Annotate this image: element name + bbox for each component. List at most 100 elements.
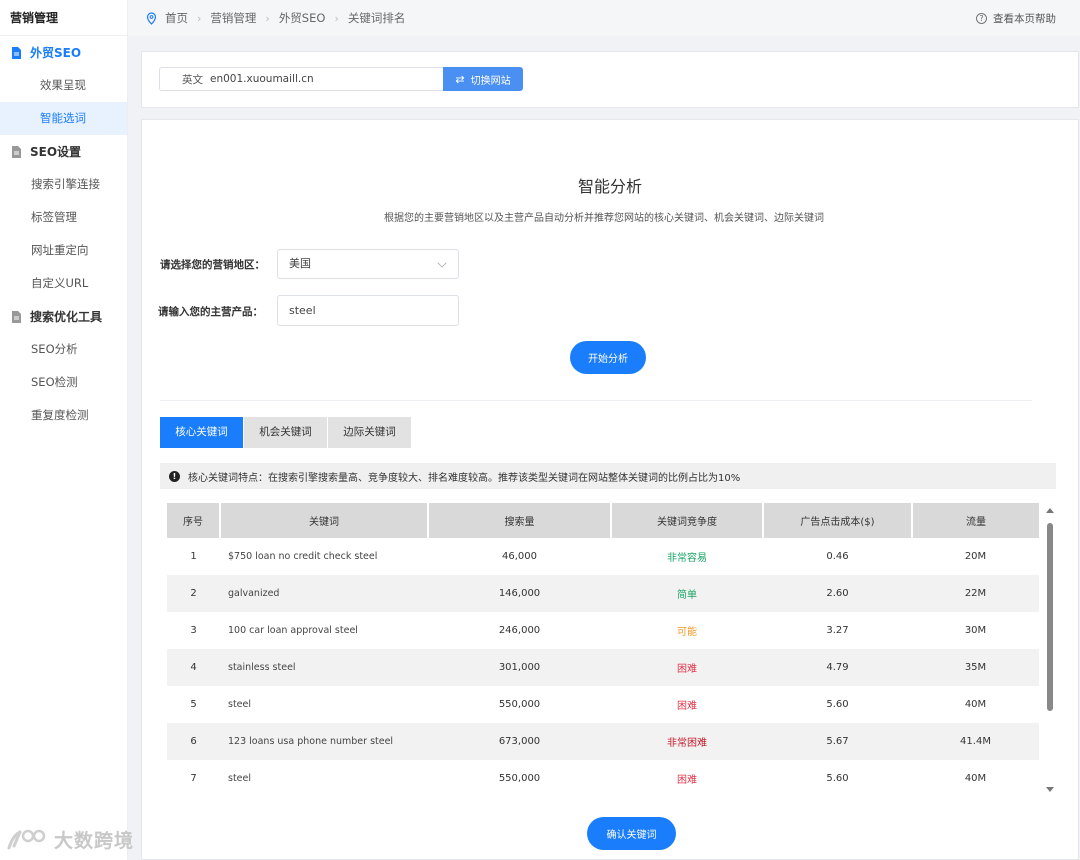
region-value: 美国 [289, 257, 311, 270]
cell-competition: 简单 [611, 575, 763, 612]
scrollbar-thumb[interactable] [1047, 523, 1053, 711]
document-icon [12, 310, 21, 323]
cell-cpc: 4.79 [763, 649, 912, 686]
cell-volume: 550,000 [498, 773, 541, 784]
cell-keyword: stainless steel [220, 649, 428, 686]
sidebar-item-search-engine[interactable]: 搜索引擎连接 [0, 168, 127, 201]
sidebar-group-search-tools[interactable]: 搜索优化工具 [0, 300, 127, 333]
cell-index: 3 [190, 625, 197, 636]
cell-index: 4 [167, 649, 220, 686]
sidebar: 营销管理 外贸SEO 效果呈现 智能选词 SEO设置 搜索引擎连接 标签管理 网… [0, 0, 128, 860]
cell-traffic: 35M [912, 649, 1039, 686]
cell-cpc: 0.46 [826, 551, 849, 562]
chevron-right-icon: › [334, 11, 339, 25]
col-header-keyword: 关键词 [220, 503, 429, 538]
cell-cpc: 3.27 [826, 625, 849, 636]
sidebar-title: 营销管理 [0, 0, 127, 36]
info-icon: ! [169, 470, 180, 482]
breadcrumb-keyword-ranking: 关键词排名 [347, 11, 406, 25]
sidebar-group-foreign-seo[interactable]: 外贸SEO [0, 36, 127, 69]
cell-competition: 困难 [611, 649, 763, 686]
breadcrumb: 首页 › 营销管理 › 外贸SEO › 关键词排名 [146, 10, 405, 26]
cell-competition: 可能 [677, 627, 697, 638]
col-header-cpc: 广告点击成本($) [763, 503, 913, 538]
page-description: 根据您的主要营销地区以及主营产品自动分析并推荐您网站的核心关键词、机会关键词、边… [384, 213, 824, 224]
breadcrumb-marketing[interactable]: 营销管理 [210, 10, 256, 26]
brand-logo-icon [7, 829, 46, 849]
cell-volume: 46,000 [502, 551, 537, 562]
analysis-card: 智能分析 根据您的主要营销地区以及主营产品自动分析并推荐您网站的核心关键词、机会… [141, 119, 1079, 860]
swap-icon: ⇄ [455, 72, 465, 86]
cell-volume: 301,000 [428, 649, 611, 686]
scroll-up-icon[interactable] [1046, 508, 1054, 513]
sidebar-group-seo-settings[interactable]: SEO设置 [0, 135, 127, 168]
table-row[interactable]: 3 100 car loan approval steel 246,000 可能… [167, 612, 1039, 649]
help-link[interactable]: ? 查看本页帮助 [976, 0, 1056, 36]
cell-keyword: 123 loans usa phone number steel [220, 723, 428, 760]
sidebar-item-duplicate-check[interactable]: 重复度检测 [0, 399, 127, 432]
sidebar-item-tags[interactable]: 标签管理 [0, 201, 127, 234]
help-label: 查看本页帮助 [993, 12, 1056, 25]
table-row[interactable]: 2 galvanized 146,000 简单 2.60 22M [167, 575, 1039, 612]
table-header-row: 序号 关键词 搜索量 关键词竞争度 广告点击成本($) 流量 [167, 503, 1039, 538]
col-header-volume: 搜索量 [428, 503, 612, 538]
region-select[interactable]: 美国 [277, 249, 459, 279]
sidebar-item-smart-keywords[interactable]: 智能选词 [0, 102, 127, 135]
chevron-right-icon: › [265, 11, 270, 25]
sidebar-item-seo-analysis[interactable]: SEO分析 [0, 333, 127, 366]
sidebar-item-results[interactable]: 效果呈现 [0, 69, 127, 102]
product-input[interactable]: steel [277, 295, 459, 326]
cell-cpc: 5.67 [763, 723, 912, 760]
sidebar-item-custom-url[interactable]: 自定义URL [0, 267, 127, 300]
col-header-index: 序号 [167, 503, 221, 538]
keyword-table: 序号 关键词 搜索量 关键词竞争度 广告点击成本($) 流量 1 $750 lo… [167, 503, 1039, 795]
site-input[interactable]: 英文 en001.xuoumaill.cn [159, 67, 444, 91]
tab-core-keywords[interactable]: 核心关键词 [160, 417, 244, 448]
cell-index: 1 [190, 551, 197, 562]
table-row[interactable]: 1 $750 loan no credit check steel 46,000… [167, 538, 1039, 575]
col-header-competition: 关键词竞争度 [611, 503, 764, 538]
product-label: 请输入您的主营产品： [158, 306, 263, 318]
cell-traffic: 40M [964, 699, 987, 710]
confirm-keywords-button[interactable]: 确认关键词 [587, 817, 676, 850]
cell-volume: 146,000 [428, 575, 611, 612]
cell-competition: 困难 [677, 775, 697, 786]
table-row[interactable]: 4 stainless steel 301,000 困难 4.79 35M [167, 649, 1039, 686]
start-analysis-button[interactable]: 开始分析 [570, 341, 646, 374]
table-scrollbar[interactable] [1046, 503, 1055, 795]
document-icon [12, 46, 21, 59]
sidebar-item-seo-check[interactable]: SEO检测 [0, 366, 127, 399]
cell-competition: 困难 [677, 701, 697, 712]
document-icon [12, 145, 21, 158]
switch-site-button[interactable]: ⇄ 切换网站 [443, 67, 523, 91]
col-header-traffic: 流量 [912, 503, 1039, 538]
breadcrumb-foreign-seo[interactable]: 外贸SEO [279, 10, 326, 26]
sidebar-item-redirect[interactable]: 网址重定向 [0, 234, 127, 267]
site-domain: en001.xuoumaill.cn [210, 73, 314, 85]
cell-index: 6 [167, 723, 220, 760]
tab-opportunity-keywords[interactable]: 机会关键词 [244, 417, 328, 448]
sidebar-group-label: SEO设置 [30, 145, 82, 159]
keyword-tabs: 核心关键词 机会关键词 边际关键词 [160, 417, 412, 448]
cell-keyword: 100 car loan approval steel [228, 625, 358, 636]
divider [160, 400, 1032, 401]
watermark-text: 大数跨境 [54, 830, 135, 852]
location-pin-icon [146, 11, 157, 25]
sidebar-group-label: 外贸SEO [30, 46, 82, 60]
cell-index: 7 [190, 773, 197, 784]
chevron-right-icon: › [197, 11, 202, 25]
table-row[interactable]: 6 123 loans usa phone number steel 673,0… [167, 723, 1039, 760]
cell-volume: 246,000 [498, 625, 541, 636]
cell-traffic: 41.4M [912, 723, 1039, 760]
cell-traffic: 30M [964, 625, 987, 636]
header: 首页 › 营销管理 › 外贸SEO › 关键词排名 ? 查看本页帮助 [128, 0, 1080, 36]
cell-keyword: steel [228, 699, 252, 710]
cell-competition: 非常困难 [611, 723, 763, 760]
table-row[interactable]: 5 steel 550,000 困难 5.60 40M [167, 686, 1039, 723]
cell-keyword: steel [228, 773, 252, 784]
table-row[interactable]: 7 steel 550,000 困难 5.60 40M [167, 760, 1039, 795]
tab-marginal-keywords[interactable]: 边际关键词 [328, 417, 412, 448]
question-icon: ? [976, 12, 987, 24]
scroll-down-icon[interactable] [1046, 787, 1054, 792]
breadcrumb-home[interactable]: 首页 [165, 10, 188, 26]
